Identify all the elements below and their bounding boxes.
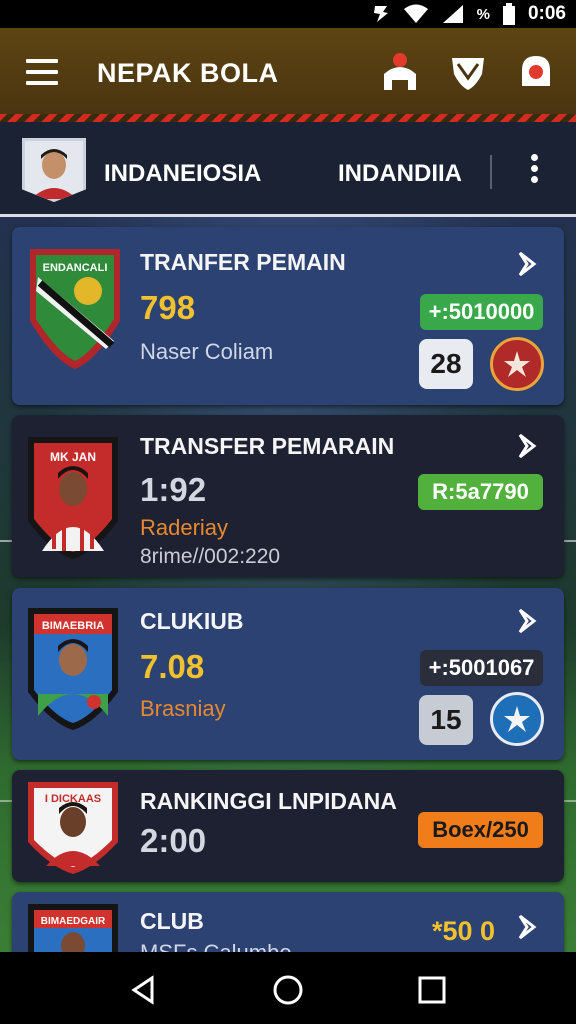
crest-text: I DICKAAS <box>45 793 101 805</box>
menu-icon[interactable] <box>26 59 58 85</box>
club-card-partial[interactable]: BIMAEDGAIR CLUB MSFs Calumbo *50 0 <box>12 892 564 952</box>
profile-row: INDANEIOSIA INDANDIIA <box>0 122 576 217</box>
app-bar: NEPAK BOLA <box>0 28 576 118</box>
crest-text: MK JAN <box>50 450 96 464</box>
wifi-icon <box>403 4 428 23</box>
header-stripe <box>0 114 576 122</box>
card-subtitle: Raderiay <box>140 515 229 540</box>
card-subtitle: MSFs Calumbo <box>140 940 292 952</box>
recents-icon[interactable] <box>414 972 450 1008</box>
crest-text: ENDANCALI <box>43 262 108 274</box>
club-crest-icon: BIMAEBRIA <box>24 602 122 732</box>
transfer-value-badge: +:5010000 <box>420 294 543 330</box>
avatar[interactable] <box>22 138 86 202</box>
status-bar: % 0:06 <box>0 0 576 28</box>
crest-text: BIMAEBRIA <box>42 620 104 632</box>
profile-name-left[interactable]: INDANEIOSIA <box>104 160 261 188</box>
card-title: TRANSFER PEMARAIN <box>140 433 395 459</box>
club-badge-icon <box>490 337 544 391</box>
signal-icon <box>442 5 463 23</box>
card-number: 2:00 <box>140 822 207 859</box>
transfer-value-badge: +:5001067 <box>420 650 543 686</box>
card-title: CLUB <box>140 908 204 934</box>
chevron-right-icon[interactable] <box>514 606 544 636</box>
profile-name-right[interactable]: INDANDIIA <box>338 160 462 188</box>
battery-percent-label: % <box>476 5 490 23</box>
club-crest-icon: MK JAN <box>24 431 122 561</box>
team-icon[interactable] <box>378 50 422 94</box>
card-title: CLUKIUB <box>140 608 244 634</box>
card-number: 798 <box>140 289 196 326</box>
club-crest-icon: BIMAEDGAIR <box>24 900 122 952</box>
club-crest-icon: ENDANCALI <box>26 241 124 371</box>
app-title: NEPAK BOLA <box>97 58 279 88</box>
transfer-value-badge: R:5a7790 <box>418 474 543 510</box>
transfer-card-2[interactable]: MK JAN TRANSFER PEMARAIN 1:92 Raderiay 8… <box>12 415 564 577</box>
chevron-right-icon[interactable] <box>514 912 544 942</box>
battery-icon <box>502 3 515 25</box>
card-number: 1:92 <box>140 471 207 508</box>
club-crest-icon: I DICKAAS <box>24 778 122 874</box>
data-sync-icon <box>373 6 388 22</box>
transfer-value-badge: Boex/250 <box>418 812 543 848</box>
card-number: 7.08 <box>140 648 205 685</box>
chevron-right-icon[interactable] <box>514 249 544 279</box>
status-time: 0:06 <box>527 3 566 24</box>
transfer-card-1[interactable]: ENDANCALI TRANFER PEMAIN 798 Naser Colia… <box>12 227 564 405</box>
rank-box: 28 <box>419 339 473 389</box>
back-icon[interactable] <box>126 972 162 1008</box>
chevron-right-icon[interactable] <box>514 431 544 461</box>
card-detail: 8rime//002:220 <box>140 545 281 568</box>
card-title: TRANFER PEMAIN <box>140 249 346 275</box>
club-badge-icon <box>490 692 544 746</box>
club-card[interactable]: BIMAEBRIA CLUKIUB 7.08 Brasniay +:500106… <box>12 588 564 760</box>
card-title: RANKINGGI LNPIDANA <box>140 788 397 814</box>
notification-icon[interactable] <box>514 50 558 94</box>
card-subtitle: Brasniay <box>140 696 226 721</box>
shield-icon[interactable] <box>446 50 490 94</box>
divider <box>490 155 492 189</box>
card-value: *50 0 <box>432 916 496 946</box>
more-options-icon[interactable] <box>522 154 546 188</box>
rank-box: 15 <box>419 695 473 745</box>
ranking-card[interactable]: I DICKAAS RANKINGGI LNPIDANA 2:00 Boex/2… <box>12 770 564 882</box>
card-subtitle: Naser Coliam <box>140 339 274 364</box>
home-icon[interactable] <box>270 972 306 1008</box>
system-nav-bar <box>0 952 576 1024</box>
crest-text: BIMAEDGAIR <box>41 916 106 927</box>
